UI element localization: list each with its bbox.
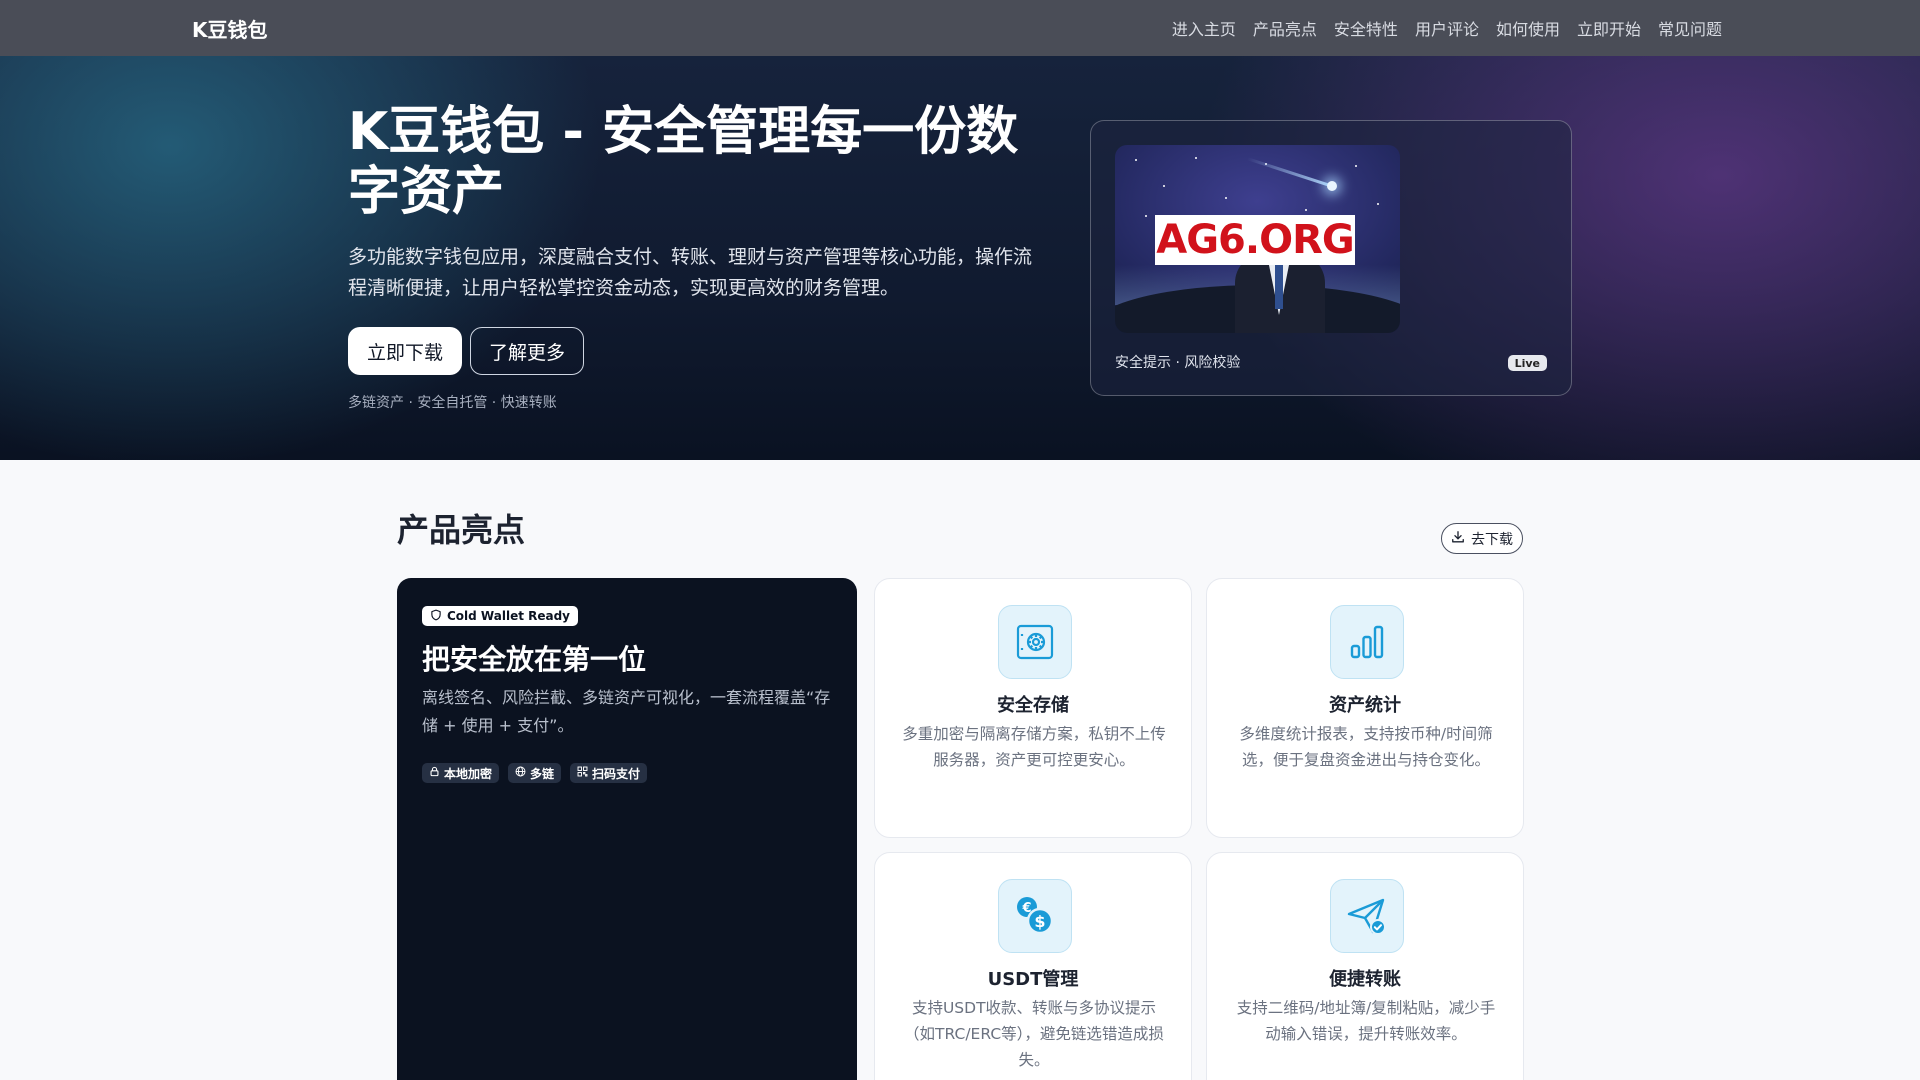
feature-description: 支持二维码/地址簿/复制粘贴，减少手动输入错误，提升转账效率。 xyxy=(1236,999,1496,1043)
feature-description: 多重加密与隔离存储方案，私钥不上传服务器，资产更可控更安心。 xyxy=(902,725,1166,769)
send-check-icon xyxy=(1330,879,1404,953)
chip-multichain: 多链 xyxy=(508,763,562,783)
nav-link-home[interactable]: 进入主页 xyxy=(1172,16,1236,40)
cold-wallet-badge: Cold Wallet Ready xyxy=(422,606,579,626)
hero-title: K豆钱包 - 安全管理每一份数字资产 xyxy=(348,102,1019,222)
feature-card-transfer: 便捷转账 支持二维码/地址簿/复制粘贴，减少手动输入错误，提升转账效率。 xyxy=(1206,852,1524,1080)
hero-description: 多功能数字钱包应用，深度融合支付、转账、理财与资产管理等核心功能，操作流程清晰便… xyxy=(348,246,1033,299)
live-badge: Live xyxy=(1507,355,1547,371)
nav-link-reviews[interactable]: 用户评论 xyxy=(1415,16,1479,40)
shield-icon xyxy=(430,609,442,624)
chip-label: 扫码支付 xyxy=(592,766,641,781)
currency-exchange-icon: € $ xyxy=(998,879,1072,953)
feature-title: 便捷转账 xyxy=(1329,969,1401,990)
feature-card-usdt: € $ USDT管理 支持USDT收款、转账与多协议提示（如TRC/ERC等），… xyxy=(874,852,1192,1080)
cold-wallet-label: Cold Wallet Ready xyxy=(447,609,571,623)
lock-icon xyxy=(429,766,440,780)
feature-title: USDT管理 xyxy=(987,969,1079,990)
globe-icon xyxy=(515,766,526,780)
go-download-label: 去下载 xyxy=(1471,531,1513,548)
feature-card-asset-stats: 资产统计 多维度统计报表，支持按币种/时间筛选，便于复盘资金进出与持仓变化。 xyxy=(1206,578,1524,838)
feature-description: 多维度统计报表，支持按币种/时间筛选，便于复盘资金进出与持仓变化。 xyxy=(1239,725,1493,769)
top-navbar: K豆钱包 进入主页 产品亮点 安全特性 用户评论 如何使用 立即开始 常见问题 xyxy=(0,0,1920,56)
hero-tagline: 多链资产 · 安全自托管 · 快速转账 xyxy=(348,395,557,411)
featured-title: 把安全放在第一位 xyxy=(422,643,647,676)
feature-description: 支持USDT收款、转账与多协议提示（如TRC/ERC等），避免链选错造成损失。 xyxy=(904,999,1164,1069)
svg-text:$: $ xyxy=(1034,912,1045,931)
featured-security-card: Cold Wallet Ready 把安全放在第一位 离线签名、风险拦截、多链资… xyxy=(397,578,857,1080)
hero-section: K豆钱包 - 安全管理每一份数字资产 多功能数字钱包应用，深度融合支付、转账、理… xyxy=(0,56,1920,460)
download-icon xyxy=(1451,530,1465,548)
brand-logo[interactable]: K豆钱包 xyxy=(192,14,268,43)
nav-link-highlights[interactable]: 产品亮点 xyxy=(1253,16,1317,40)
feature-title: 安全存储 xyxy=(997,695,1069,716)
nav-link-how-to[interactable]: 如何使用 xyxy=(1496,16,1560,40)
nav-link-faq[interactable]: 常见问题 xyxy=(1658,16,1722,40)
comet-shape xyxy=(1246,157,1334,188)
download-now-button[interactable]: 立即下载 xyxy=(348,327,462,375)
chip-scan-pay: 扫码支付 xyxy=(570,763,648,783)
bar-chart-icon xyxy=(1330,605,1404,679)
feature-title: 资产统计 xyxy=(1329,695,1401,716)
nav-link-security[interactable]: 安全特性 xyxy=(1334,16,1398,40)
hero-image: AG6.ORG xyxy=(1115,145,1400,333)
chip-label: 本地加密 xyxy=(444,766,493,781)
nav-links: 进入主页 产品亮点 安全特性 用户评论 如何使用 立即开始 常见问题 xyxy=(1172,16,1722,40)
hero-card-caption: 安全提示 · 风险校验 xyxy=(1115,355,1241,371)
feature-card-secure-storage: 安全存储 多重加密与隔离存储方案，私钥不上传服务器，资产更可控更安心。 xyxy=(874,578,1192,838)
feature-chips: 本地加密 多链 扫码支付 xyxy=(422,763,648,783)
nav-link-start[interactable]: 立即开始 xyxy=(1577,16,1641,40)
section-title-highlights: 产品亮点 xyxy=(397,511,526,549)
chip-label: 多链 xyxy=(530,766,555,781)
featured-description: 离线签名、风险拦截、多链资产可视化，一套流程覆盖“存储 + 使用 + 支付”。 xyxy=(422,688,831,735)
qr-code-icon xyxy=(577,766,588,780)
go-download-button[interactable]: 去下载 xyxy=(1441,523,1523,554)
chip-local-encryption: 本地加密 xyxy=(422,763,500,783)
image-sign-text: AG6.ORG xyxy=(1155,215,1355,265)
learn-more-button[interactable]: 了解更多 xyxy=(470,327,584,375)
hero-preview-card: AG6.ORG 安全提示 · 风险校验 Live xyxy=(1090,120,1572,396)
safe-icon xyxy=(998,605,1072,679)
